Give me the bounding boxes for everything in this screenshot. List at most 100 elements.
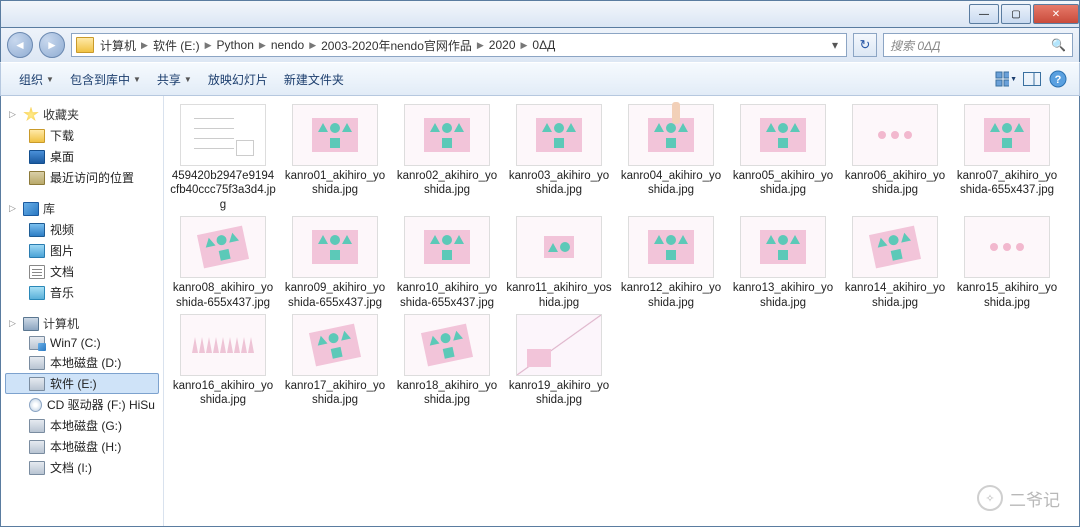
window-close-button[interactable]: ✕ [1033,4,1079,24]
breadcrumb-item[interactable]: 2020 [489,38,516,52]
sidebar-item-downloads[interactable]: 下载 [5,125,159,146]
file-thumbnail[interactable]: kanro10_akihiro_yoshida-655x437.jpg [392,216,502,310]
breadcrumb-item[interactable]: nendo [271,38,304,52]
path-dropdown-icon[interactable]: ▾ [828,38,842,52]
file-thumbnail[interactable]: kanro19_akihiro_yoshida.jpg [504,314,614,408]
sidebar-item-drive-h[interactable]: 本地磁盘 (H:) [5,436,159,457]
file-thumbnail[interactable]: kanro13_akihiro_yoshida.jpg [728,216,838,310]
folder-icon [76,37,94,53]
sidebar-item-drive-d[interactable]: 本地磁盘 (D:) [5,352,159,373]
file-name-label: kanro05_akihiro_yoshida.jpg [730,169,836,198]
window-titlebar: — ▢ ✕ [0,0,1080,28]
file-thumbnail[interactable]: kanro11_akihiro_yoshida.jpg [504,216,614,310]
file-thumbnail[interactable]: kanro15_akihiro_yoshida.jpg [952,216,1062,310]
sidebar-item-desktop[interactable]: 桌面 [5,146,159,167]
sidebar-item-documents[interactable]: 文档 [5,261,159,282]
file-name-label: kanro17_akihiro_yoshida.jpg [282,379,388,408]
file-thumbnail[interactable]: 459420b2947e9194cfb40ccc75f3a3d4.jpg [168,104,278,212]
sidebar-item-drive-e[interactable]: 软件 (E:) [5,373,159,394]
file-name-label: kanro19_akihiro_yoshida.jpg [506,379,612,408]
music-icon [29,286,45,300]
file-name-label: kanro09_akihiro_yoshida-655x437.jpg [282,281,388,310]
window-minimize-button[interactable]: — [969,4,999,24]
breadcrumb-sep: ▶ [136,40,153,51]
file-thumbnail[interactable]: kanro08_akihiro_yoshida-655x437.jpg [168,216,278,310]
file-name-label: kanro11_akihiro_yoshida.jpg [506,281,612,310]
file-name-label: 459420b2947e9194cfb40ccc75f3a3d4.jpg [170,169,276,212]
file-name-label: kanro14_akihiro_yoshida.jpg [842,281,948,310]
breadcrumb-item[interactable]: Python [217,38,254,52]
recent-icon [29,171,45,185]
star-icon [23,107,39,123]
organize-menu[interactable]: 组织▼ [11,67,62,92]
drive-icon [29,377,45,391]
breadcrumb-item[interactable]: 0ΔД [532,38,555,52]
refresh-button[interactable]: ↻ [853,33,877,57]
file-thumbnail[interactable]: kanro02_akihiro_yoshida.jpg [392,104,502,212]
file-name-label: kanro07_akihiro_yoshida-655x437.jpg [954,169,1060,198]
file-thumbnail[interactable]: kanro07_akihiro_yoshida-655x437.jpg [952,104,1062,212]
nav-back-button[interactable]: ◄ [7,32,33,58]
share-menu[interactable]: 共享▼ [149,67,200,92]
sidebar-item-videos[interactable]: 视频 [5,219,159,240]
file-list-pane[interactable]: 459420b2947e9194cfb40ccc75f3a3d4.jpgkanr… [164,96,1079,526]
command-bar: 组织▼ 包含到库中▼ 共享▼ 放映幻灯片 新建文件夹 ▼ ? [0,62,1080,96]
search-icon[interactable]: 🔍 [1051,38,1066,52]
file-thumbnail[interactable]: kanro05_akihiro_yoshida.jpg [728,104,838,212]
sidebar-item-recent[interactable]: 最近访问的位置 [5,167,159,188]
address-bar: ◄ ► 计算机▶ 软件 (E:)▶ Python▶ nendo▶ 2003-20… [0,28,1080,62]
slideshow-button[interactable]: 放映幻灯片 [200,67,276,92]
file-name-label: kanro01_akihiro_yoshida.jpg [282,169,388,198]
sidebar-item-drive-g[interactable]: 本地磁盘 (G:) [5,415,159,436]
sidebar-item-drive-c[interactable]: Win7 (C:) [5,334,159,352]
file-name-label: kanro15_akihiro_yoshida.jpg [954,281,1060,310]
window-maximize-button[interactable]: ▢ [1001,4,1031,24]
preview-pane-button[interactable] [1021,68,1043,90]
pictures-icon [29,244,45,258]
file-name-label: kanro16_akihiro_yoshida.jpg [170,379,276,408]
file-thumbnail[interactable]: kanro03_akihiro_yoshida.jpg [504,104,614,212]
file-name-label: kanro02_akihiro_yoshida.jpg [394,169,500,198]
drive-icon [29,336,45,350]
sidebar-item-music[interactable]: 音乐 [5,282,159,303]
nav-forward-button[interactable]: ► [39,32,65,58]
file-thumbnail[interactable]: kanro12_akihiro_yoshida.jpg [616,216,726,310]
file-thumbnail[interactable]: kanro14_akihiro_yoshida.jpg [840,216,950,310]
file-thumbnail[interactable]: kanro17_akihiro_yoshida.jpg [280,314,390,408]
new-folder-button[interactable]: 新建文件夹 [276,67,352,92]
file-name-label: kanro04_akihiro_yoshida.jpg [618,169,724,198]
help-button[interactable]: ? [1047,68,1069,90]
drive-icon [29,461,45,475]
include-in-library-menu[interactable]: 包含到库中▼ [62,67,149,92]
breadcrumb-item[interactable]: 2003-2020年nendo官网作品 [321,37,472,54]
file-name-label: kanro08_akihiro_yoshida-655x437.jpg [170,281,276,310]
search-placeholder: 搜索 0ΔД [890,37,941,54]
file-name-label: kanro03_akihiro_yoshida.jpg [506,169,612,198]
documents-icon [29,265,45,279]
drive-icon [29,356,45,370]
breadcrumb-item[interactable]: 计算机 [100,37,136,54]
downloads-icon [29,129,45,143]
sidebar-group-favorites[interactable]: ▷收藏夹 [5,104,159,125]
sidebar-item-pictures[interactable]: 图片 [5,240,159,261]
file-thumbnail[interactable]: kanro09_akihiro_yoshida-655x437.jpg [280,216,390,310]
view-options-button[interactable]: ▼ [995,68,1017,90]
file-thumbnail[interactable]: kanro18_akihiro_yoshida.jpg [392,314,502,408]
desktop-icon [29,150,45,164]
file-thumbnail[interactable]: kanro06_akihiro_yoshida.jpg [840,104,950,212]
search-input[interactable]: 搜索 0ΔД 🔍 [883,33,1073,57]
sidebar-item-drive-i[interactable]: 文档 (I:) [5,457,159,478]
file-thumbnail[interactable]: kanro04_akihiro_yoshida.jpg [616,104,726,212]
cd-drive-icon [29,398,42,412]
sidebar-group-computer[interactable]: ▷计算机 [5,313,159,334]
file-thumbnail[interactable]: kanro01_akihiro_yoshida.jpg [280,104,390,212]
breadcrumb-path[interactable]: 计算机▶ 软件 (E:)▶ Python▶ nendo▶ 2003-2020年n… [71,33,847,57]
file-name-label: kanro18_akihiro_yoshida.jpg [394,379,500,408]
sidebar-group-libraries[interactable]: ▷库 [5,198,159,219]
file-name-label: kanro06_akihiro_yoshida.jpg [842,169,948,198]
file-thumbnail[interactable]: kanro16_akihiro_yoshida.jpg [168,314,278,408]
sidebar-item-drive-f[interactable]: CD 驱动器 (F:) HiSu [5,394,159,415]
computer-icon [23,317,39,331]
breadcrumb-item[interactable]: 软件 (E:) [153,37,200,54]
svg-text:?: ? [1055,74,1062,86]
